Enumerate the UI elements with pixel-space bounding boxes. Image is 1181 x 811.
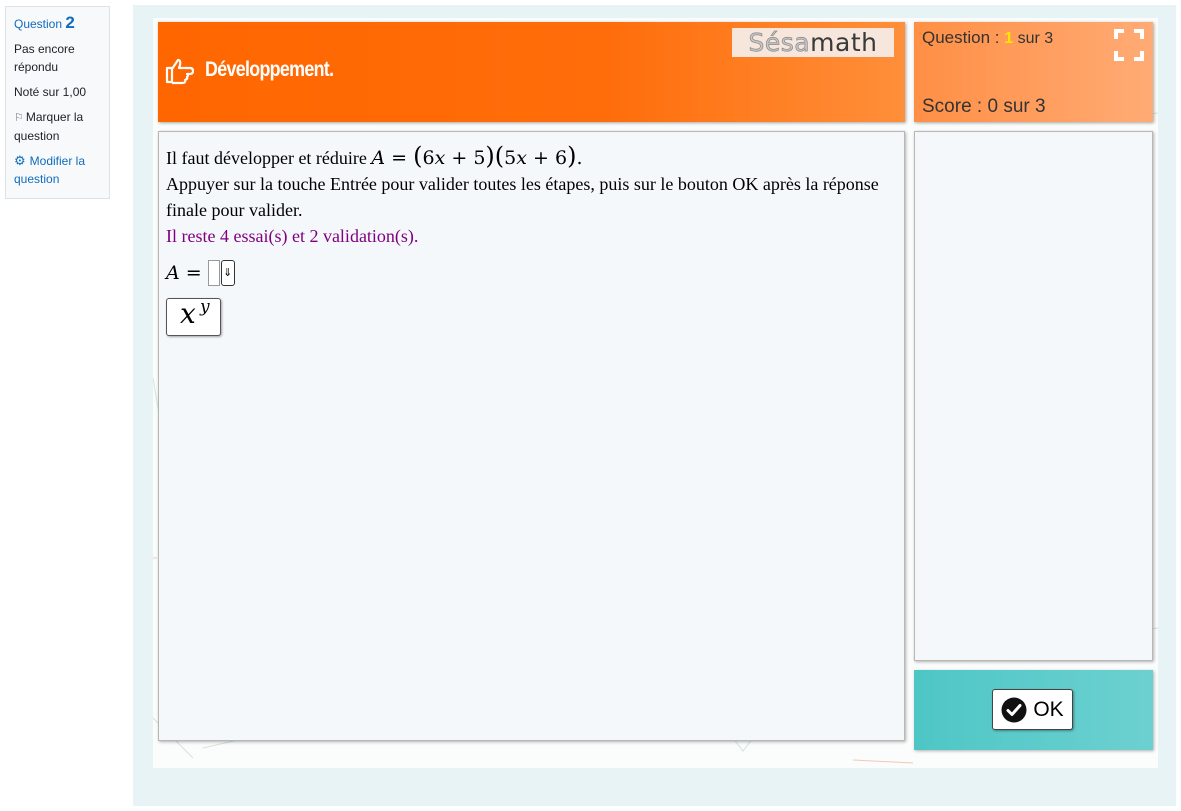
answer-line: A = ⇓ [166,260,897,286]
sesamath-logo: Sésamath [732,28,894,57]
question-number-value: 2 [65,13,75,32]
side-panel [914,131,1153,661]
work-area: Il faut développer et réduire A = (6x + … [158,131,905,741]
dropdown-button[interactable]: ⇓ [220,260,235,286]
power-button[interactable]: x y [166,297,221,336]
score-panel: Question : 1 sur 3 Score : 0 sur 3 [914,22,1153,122]
exercise-header: Développement. Sésamath [158,22,905,122]
validation-panel: OK [914,670,1153,750]
remaining-tries: Il reste 4 essai(s) et 2 validation(s). [166,226,419,246]
edit-question-link[interactable]: ⚙ Modifier la question [14,152,101,188]
current-question: 1 [1004,30,1014,47]
flag-question-link[interactable]: ⚐ Marquer la question [14,108,101,145]
question-info: Question 2 Pas encore répondu Noté sur 1… [5,6,110,199]
flag-label: Marquer la question [14,110,84,143]
statement-expression: A = (6x + 5)(5x + 6). [371,142,583,170]
question-label: Question [14,17,63,31]
answer-input[interactable] [207,260,220,286]
check-circle-icon [1001,697,1027,722]
statement-instructions: Appuyer sur la touche Entrée pour valide… [166,174,879,220]
question-counter: Question : 1 sur 3 [922,28,1054,47]
question-grade: Noté sur 1,00 [14,85,87,99]
statement-line: Il faut développer et réduire A = (6x + … [166,143,897,171]
ok-button[interactable]: OK [992,689,1073,730]
flag-icon: ⚐ [14,112,24,124]
question-state: Pas encore répondu [14,42,75,74]
answer-label: A = [166,262,202,284]
question-number: Question 2 [14,14,101,33]
exercise-title: Développement. [205,58,334,81]
statement-intro: Il faut développer et réduire [166,148,372,168]
ok-label: OK [1033,697,1064,721]
score-text: Score : 0 sur 3 [922,96,1046,117]
gear-icon: ⚙ [14,153,26,168]
fullscreen-icon[interactable] [1113,28,1145,62]
hand-point-right-icon [165,58,194,85]
